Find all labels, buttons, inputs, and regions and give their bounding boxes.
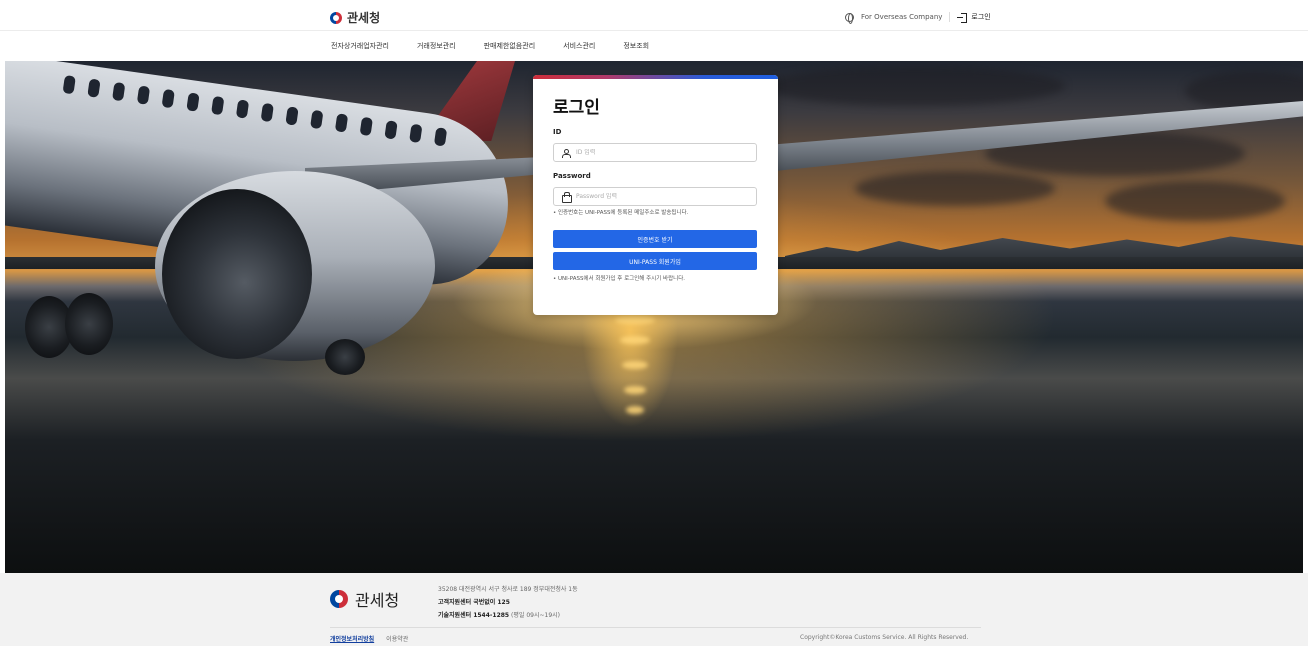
footer-address: 35208 대전광역시 서구 청사로 189 정부대전청사 1동 [438, 586, 578, 593]
footer-logo-text: 관세청 [355, 591, 400, 610]
site-logo[interactable]: 관세청 [330, 9, 380, 26]
id-field[interactable] [553, 143, 757, 162]
nav-item-sales-restriction[interactable]: 판매제한없음관리 [484, 41, 536, 51]
signup-note: • UNI-PASS에서 회원가입 후 로그인해 주시기 바랍니다. [553, 276, 686, 282]
password-label: Password [553, 172, 591, 180]
divider [949, 12, 951, 22]
nav-item-info-inquiry[interactable]: 정보조회 [623, 41, 649, 51]
privacy-policy-link[interactable]: 개인정보처리방침 [330, 634, 374, 643]
tech-center-hours: (평일 09시~19시) [511, 612, 560, 619]
unipass-signup-button[interactable]: UNI-PASS 회원가입 [553, 252, 757, 270]
id-input[interactable] [576, 149, 746, 156]
overseas-company-link[interactable]: For Overseas Company [861, 13, 942, 21]
footer: 관세청 35208 대전광역시 서구 청사로 189 정부대전청사 1동 고객지… [0, 573, 1308, 646]
lock-icon [562, 192, 572, 203]
header-login-label: 로그인 [971, 13, 991, 21]
copyright: Copyright©Korea Customs Service. All Rig… [800, 634, 969, 641]
globe-icon [845, 12, 854, 24]
footer-contact-info: 35208 대전광역시 서구 청사로 189 정부대전청사 1동 고객지원센터 … [438, 583, 578, 622]
nav-item-ecommerce-manager[interactable]: 전자상거래업자관리 [331, 41, 389, 51]
customer-center: 고객지원센터 국번없이 125 [438, 599, 510, 606]
taegeuk-logo-icon [330, 590, 348, 608]
utility-links: For Overseas Company 로그인 [845, 12, 991, 24]
tech-center-line: 기술지원센터 1544-1285 (평일 09시~19시) [438, 609, 578, 622]
nav-item-service[interactable]: 서비스관리 [563, 41, 595, 51]
logo-text: 관세청 [347, 11, 381, 25]
login-title: 로그인 [553, 98, 600, 118]
header-login-link[interactable]: 로그인 [957, 12, 991, 23]
top-header: 관세청 For Overseas Company 로그인 [0, 0, 1308, 31]
login-panel: 로그인 ID Password • 인증번호는 UNI-PASS에 등록된 메일… [533, 75, 778, 315]
nav-item-transaction-info[interactable]: 거래정보관리 [417, 41, 456, 51]
footer-links: 개인정보처리방침 이용약관 [330, 634, 408, 643]
tech-center: 기술지원센터 1544-1285 [438, 612, 510, 619]
taegeuk-logo-icon [330, 11, 342, 24]
terms-link[interactable]: 이용약관 [386, 634, 408, 643]
password-field[interactable] [553, 187, 757, 206]
footer-logo: 관세청 [330, 587, 399, 611]
login-icon [957, 13, 968, 23]
password-note: • 인증번호는 UNI-PASS에 등록된 메일주소로 발송됩니다. [553, 210, 689, 216]
password-input[interactable] [576, 193, 746, 200]
request-auth-code-button[interactable]: 인증번호 받기 [553, 230, 757, 248]
id-label: ID [553, 128, 562, 136]
footer-divider [330, 627, 981, 628]
user-icon [562, 148, 571, 158]
main-navigation: 전자상거래업자관리 거래정보관리 판매제한없음관리 서비스관리 정보조회 [0, 31, 1308, 60]
